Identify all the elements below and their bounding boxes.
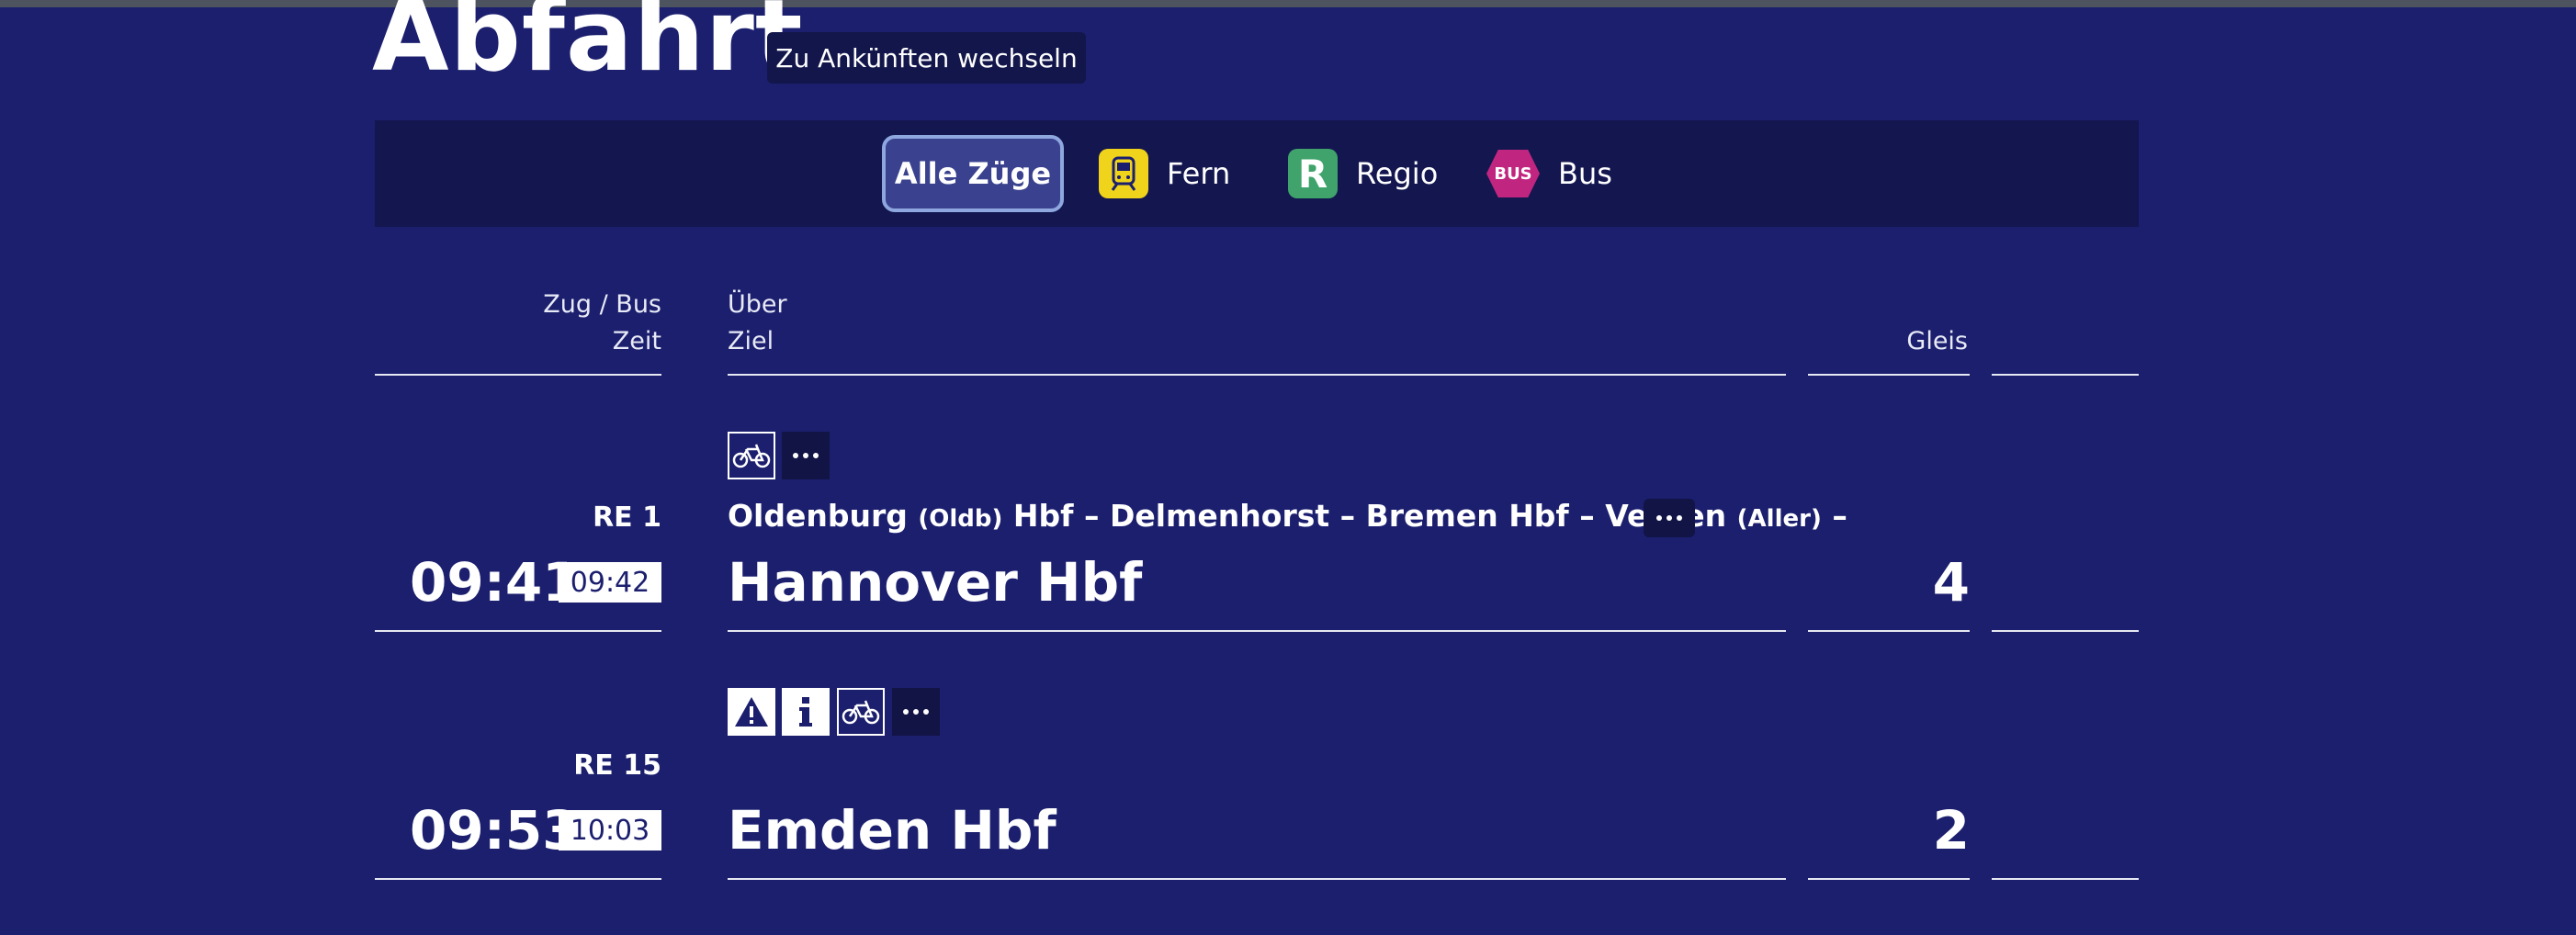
header-divider xyxy=(375,374,661,376)
platform-number: 2 xyxy=(1932,799,1970,862)
more-stations-button[interactable] xyxy=(1644,499,1695,537)
actual-time: 09:42 xyxy=(559,562,661,603)
long-distance-train-icon xyxy=(1099,149,1148,198)
departure-board: Abfahrt Zu Ankünften wechseln Alle Züge … xyxy=(0,0,2576,935)
row-divider xyxy=(375,630,661,632)
row-divider xyxy=(1992,878,2139,880)
bicycle-icon[interactable] xyxy=(728,432,775,479)
header-divider xyxy=(1808,374,1970,376)
filter-bus-label: Bus xyxy=(1558,156,1612,191)
column-header-time: Zeit xyxy=(612,327,661,355)
more-icon[interactable] xyxy=(892,688,940,736)
filter-bus[interactable]: BUS Bus xyxy=(1486,135,1612,212)
filter-regio[interactable]: R Regio xyxy=(1288,135,1438,212)
bus-icon: BUS xyxy=(1486,150,1540,197)
filter-all-trains[interactable]: Alle Züge xyxy=(882,135,1064,212)
platform-number: 4 xyxy=(1932,551,1970,614)
scheduled-time: 09:53 xyxy=(410,799,580,862)
warning-icon[interactable] xyxy=(728,688,775,736)
row-divider xyxy=(728,878,1786,880)
column-header-destination: Ziel xyxy=(728,327,774,355)
train-number: RE 15 xyxy=(573,749,661,782)
row-divider xyxy=(375,878,661,880)
scheduled-time: 09:41 xyxy=(410,551,580,614)
page-title: Abfahrt xyxy=(372,0,804,94)
column-header-platform: Gleis xyxy=(1906,327,1968,355)
row-divider xyxy=(1808,878,1970,880)
actual-time: 10:03 xyxy=(559,810,661,851)
column-header-train: Zug / Bus xyxy=(543,290,661,319)
filter-regio-label: Regio xyxy=(1356,156,1439,191)
header-divider xyxy=(728,374,1786,376)
more-icon[interactable] xyxy=(782,432,830,479)
filter-fern-label: Fern xyxy=(1167,156,1231,191)
destination: Emden Hbf xyxy=(728,799,1056,862)
info-icon[interactable] xyxy=(782,688,830,736)
switch-to-arrivals-button[interactable]: Zu Ankünften wechseln xyxy=(767,32,1086,84)
bicycle-icon[interactable] xyxy=(837,688,885,736)
row-divider xyxy=(728,630,1786,632)
header-divider xyxy=(1992,374,2139,376)
row-divider xyxy=(1992,630,2139,632)
column-header-via: Über xyxy=(728,290,787,319)
regional-train-icon: R xyxy=(1288,149,1338,198)
filter-all-label: Alle Züge xyxy=(894,156,1052,191)
train-number: RE 1 xyxy=(593,501,661,534)
destination: Hannover Hbf xyxy=(728,551,1143,614)
transport-filter-bar: Alle Züge Fern R Regio BUS Bus xyxy=(375,120,2139,227)
row-divider xyxy=(1808,630,1970,632)
filter-fern[interactable]: Fern xyxy=(1099,135,1230,212)
